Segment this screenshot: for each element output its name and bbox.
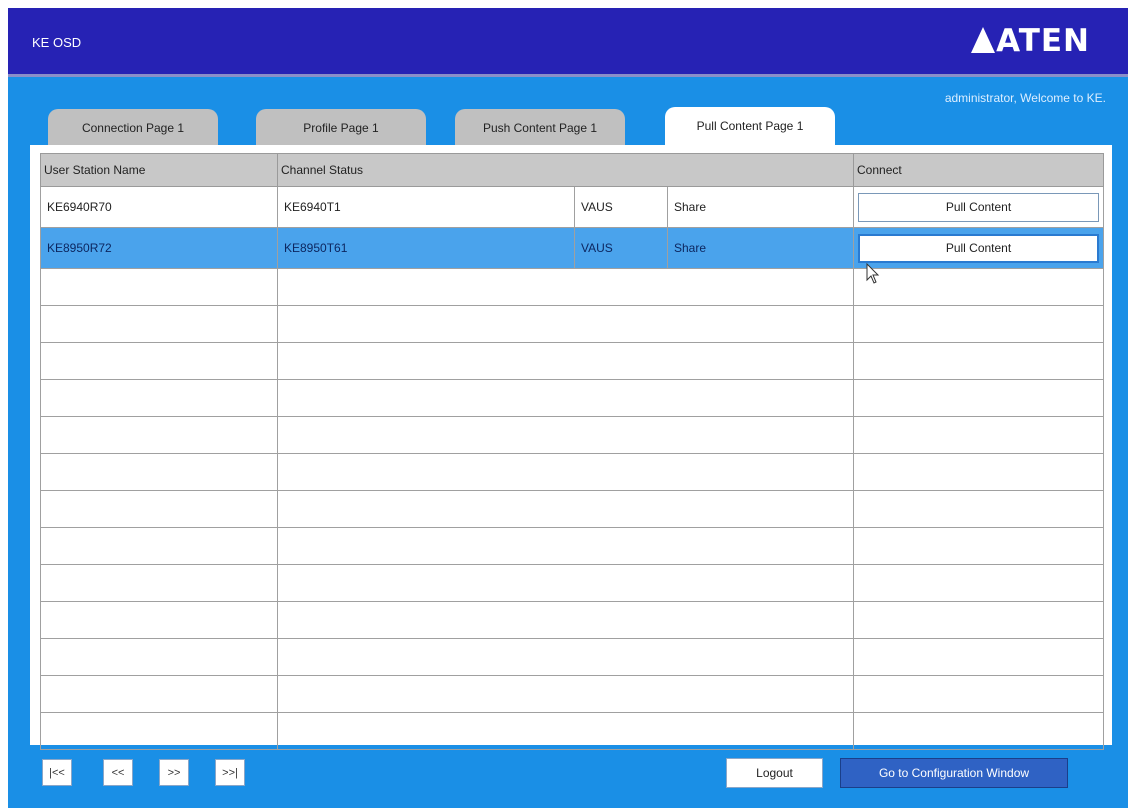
empty-cell <box>40 490 278 528</box>
empty-cell <box>40 638 278 676</box>
empty-cell <box>853 601 1104 639</box>
channel-name-cell: KE6940T1 <box>277 186 575 228</box>
empty-table-row <box>40 490 1104 528</box>
tab-pull-content-page[interactable]: Pull Content Page 1 <box>665 107 835 153</box>
empty-table-row <box>40 268 1104 306</box>
empty-cell <box>40 564 278 602</box>
connect-cell: Pull Content <box>853 186 1104 228</box>
pull-content-table: User Station Name Channel Status Connect… <box>40 153 1104 750</box>
mouse-pointer-icon <box>866 263 880 284</box>
empty-cell <box>40 675 278 713</box>
logout-button[interactable]: Logout <box>726 758 823 788</box>
empty-cell <box>40 342 278 380</box>
empty-cell <box>277 453 854 491</box>
empty-cell <box>40 453 278 491</box>
empty-cell <box>853 268 1104 306</box>
empty-cell <box>40 712 278 750</box>
empty-cell <box>277 416 854 454</box>
station-name-cell: KE6940R70 <box>40 186 278 228</box>
channel-access-cell: Share <box>667 227 854 269</box>
tab-label: Connection Page 1 <box>81 121 185 135</box>
empty-cell <box>277 601 854 639</box>
table-row-selected[interactable]: KE8950R72 KE8950T61 VAUS Share Pull Cont… <box>40 227 1104 269</box>
empty-cell <box>40 379 278 417</box>
empty-cell <box>853 564 1104 602</box>
tab-push-content-page[interactable]: Push Content Page 1 <box>455 109 625 149</box>
tab-profile-page[interactable]: Profile Page 1 <box>256 109 426 149</box>
empty-table-row <box>40 638 1104 676</box>
first-page-button[interactable]: |<< <box>42 759 72 786</box>
tab-label: Push Content Page 1 <box>482 121 598 135</box>
channel-mode-cell: VAUS <box>574 227 668 269</box>
empty-table-row <box>40 527 1104 565</box>
station-name-cell: KE8950R72 <box>40 227 278 269</box>
empty-cell <box>853 638 1104 676</box>
window-title: KE OSD <box>32 35 82 50</box>
header-channel-status: Channel Status <box>277 153 854 187</box>
logo-triangle-icon <box>971 27 996 53</box>
empty-cell <box>277 305 854 343</box>
header-connect: Connect <box>853 153 1104 187</box>
empty-cell <box>277 712 854 750</box>
empty-cell <box>853 453 1104 491</box>
last-page-button[interactable]: >>| <box>215 759 245 786</box>
channel-access-cell: Share <box>667 186 854 228</box>
empty-cell <box>277 268 854 306</box>
empty-cell <box>277 490 854 528</box>
tab-label: Pull Content Page 1 <box>696 119 804 133</box>
empty-cell <box>277 342 854 380</box>
empty-cell <box>40 601 278 639</box>
channel-name-cell: KE8950T61 <box>277 227 575 269</box>
channel-mode-cell: VAUS <box>574 186 668 228</box>
empty-table-row <box>40 564 1104 602</box>
brand-text: ATEN <box>996 23 1090 59</box>
table-row[interactable]: KE6940R70 KE6940T1 VAUS Share Pull Conte… <box>40 186 1104 228</box>
empty-table-row <box>40 712 1104 750</box>
empty-cell <box>853 342 1104 380</box>
empty-table-row <box>40 342 1104 380</box>
empty-cell <box>853 416 1104 454</box>
header-user-station-name: User Station Name <box>40 153 278 187</box>
empty-cell <box>40 416 278 454</box>
empty-table-row <box>40 601 1104 639</box>
title-bar: KE OSD ATEN <box>8 8 1128 77</box>
osd-window: KE OSD ATEN administrator, Welcome to KE… <box>8 8 1128 808</box>
empty-cell <box>853 675 1104 713</box>
aten-logo: ATEN <box>971 23 1090 59</box>
empty-table-row <box>40 416 1104 454</box>
empty-cell <box>277 564 854 602</box>
pull-content-button[interactable]: Pull Content <box>858 192 1099 222</box>
empty-cell <box>277 527 854 565</box>
empty-cell <box>853 527 1104 565</box>
tab-label: Profile Page 1 <box>303 121 379 135</box>
empty-table-row <box>40 453 1104 491</box>
empty-cell <box>853 490 1104 528</box>
pull-content-button[interactable]: Pull Content <box>858 233 1099 263</box>
next-page-button[interactable]: >> <box>159 759 189 786</box>
connect-cell: Pull Content <box>853 227 1104 269</box>
go-to-configuration-button[interactable]: Go to Configuration Window <box>840 758 1068 788</box>
empty-cell <box>853 305 1104 343</box>
empty-cell <box>277 379 854 417</box>
table-header-row: User Station Name Channel Status Connect <box>40 153 1104 187</box>
empty-table-row <box>40 675 1104 713</box>
empty-cell <box>40 527 278 565</box>
empty-cell <box>277 638 854 676</box>
empty-cell <box>40 268 278 306</box>
empty-cell <box>853 712 1104 750</box>
tab-connection-page[interactable]: Connection Page 1 <box>48 109 218 149</box>
empty-table-row <box>40 305 1104 343</box>
previous-page-button[interactable]: << <box>103 759 133 786</box>
empty-table-row <box>40 379 1104 417</box>
content-panel: User Station Name Channel Status Connect… <box>30 145 1112 750</box>
welcome-message: administrator, Welcome to KE. <box>944 91 1106 105</box>
empty-cell <box>853 379 1104 417</box>
empty-cell <box>277 675 854 713</box>
empty-cell <box>40 305 278 343</box>
